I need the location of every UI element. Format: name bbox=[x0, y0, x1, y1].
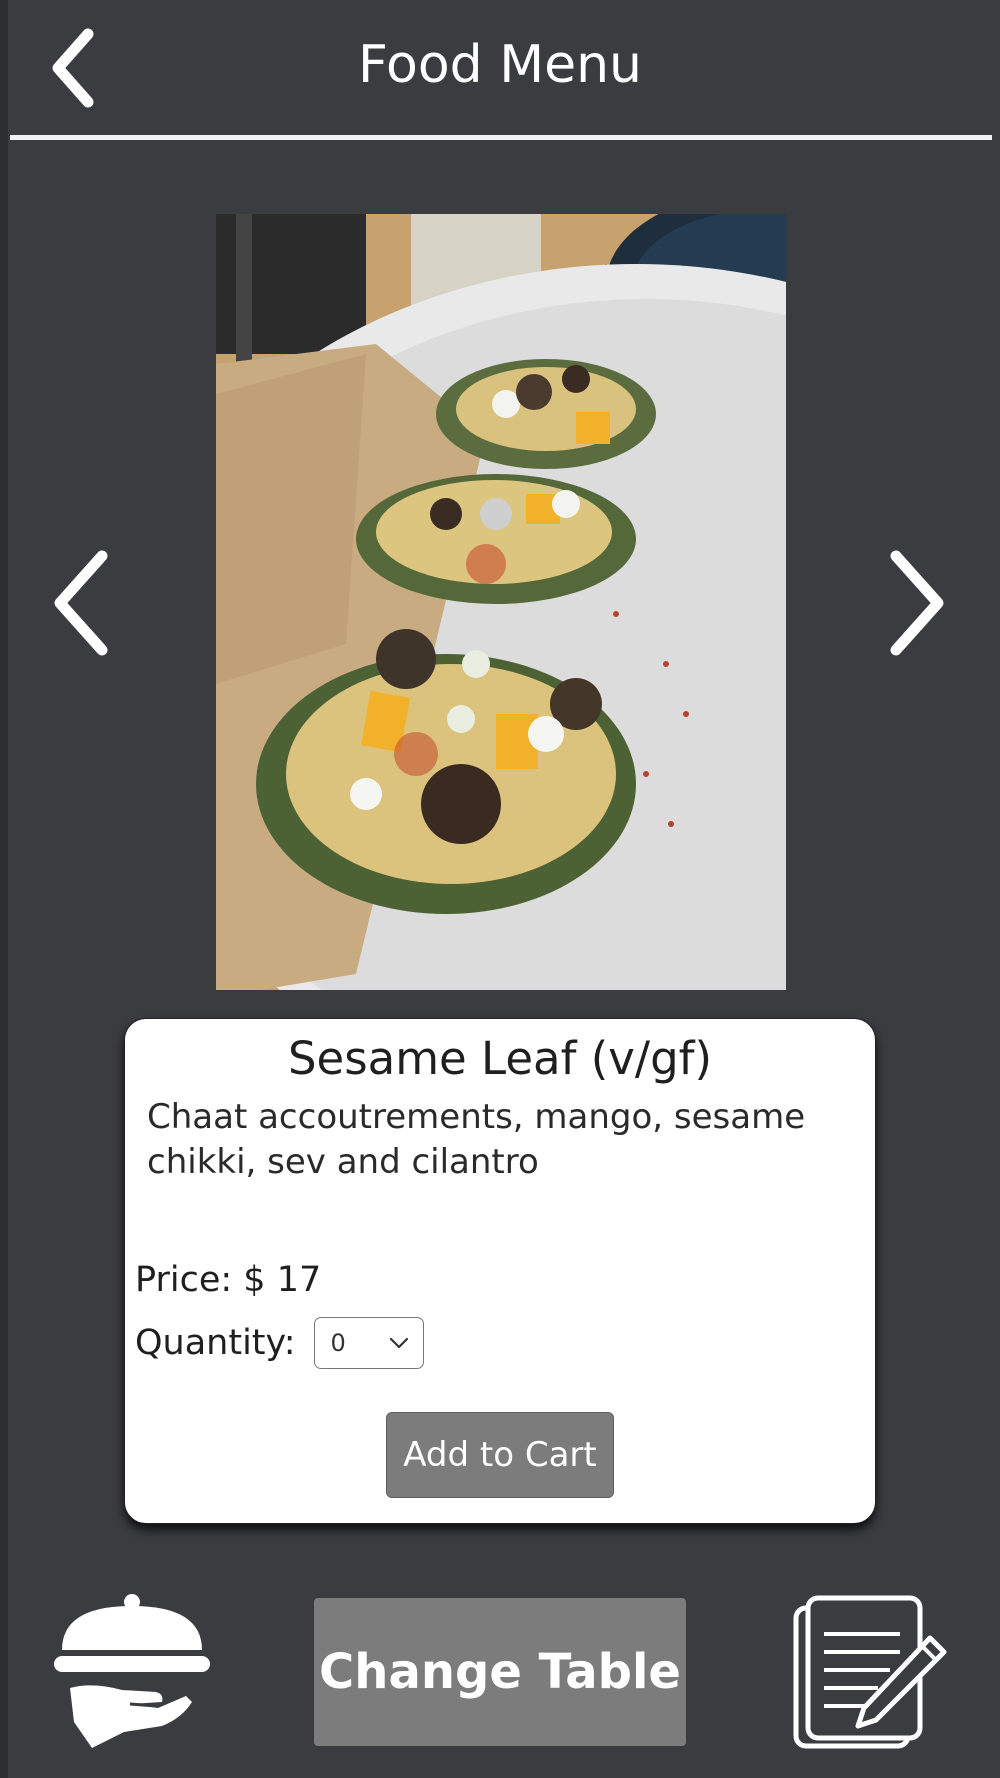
add-to-cart-button[interactable]: Add to Cart bbox=[386, 1412, 614, 1498]
cloche-serving-hand-icon bbox=[54, 1594, 210, 1748]
page-title: Food Menu bbox=[358, 35, 642, 95]
previous-item-button[interactable] bbox=[50, 548, 120, 658]
dish-photo bbox=[216, 214, 786, 990]
order-notepad-pencil-icon bbox=[793, 1595, 947, 1749]
item-description: Chaat accoutrements, mango, sesame chikk… bbox=[147, 1097, 806, 1182]
view-order-button[interactable] bbox=[790, 1594, 950, 1754]
next-item-button[interactable] bbox=[880, 548, 950, 658]
chevron-down-icon bbox=[389, 1337, 408, 1349]
chevron-left-icon bbox=[54, 550, 108, 656]
quantity-label: Quantity: bbox=[135, 1323, 296, 1363]
chevron-right-icon bbox=[890, 550, 944, 656]
header-divider bbox=[10, 135, 992, 140]
item-price: Price: $ 17 bbox=[135, 1260, 322, 1300]
quantity-value: 0 bbox=[330, 1329, 346, 1357]
quantity-select[interactable]: 0 bbox=[313, 1317, 424, 1369]
change-table-button[interactable]: Change Table bbox=[314, 1598, 686, 1746]
item-name: Sesame Leaf (v/gf) bbox=[287, 1032, 713, 1085]
quantity-row: Quantity: 0 bbox=[135, 1316, 424, 1370]
call-waiter-button[interactable] bbox=[52, 1592, 212, 1752]
